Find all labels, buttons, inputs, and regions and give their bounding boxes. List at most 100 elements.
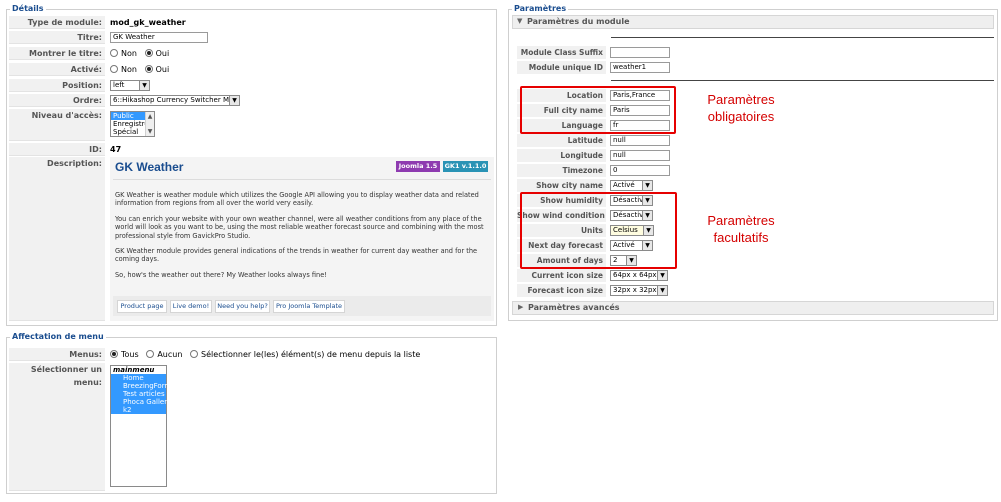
show-title-radios: Non Oui	[110, 47, 494, 60]
need-help-link[interactable]: Need you help?	[215, 300, 270, 313]
row-select-menu: Sélectionner un menu: mainmenu Home Bree…	[9, 363, 494, 491]
desc-title: GK Weather	[115, 160, 184, 174]
param-value: null	[613, 151, 626, 159]
chevron-down-icon: ▼	[657, 271, 667, 280]
details-legend: Détails	[10, 3, 46, 15]
active-no-radio[interactable]	[110, 65, 118, 73]
active-yes-radio[interactable]	[144, 65, 153, 73]
param-row: Forecast icon size 32px x 32px ▼	[517, 284, 669, 297]
desc-paragraph: You can enrich your website with your ow…	[115, 214, 484, 240]
description-label: Description:	[9, 157, 105, 321]
row-description: Description: GK Weather Joomla 1.5 GK1 v…	[9, 157, 494, 321]
row-menus: Menus: Tous Aucun Sélectionner le(les) é…	[9, 348, 494, 361]
param-label: Show city name	[517, 179, 606, 192]
product-page-link[interactable]: Product page	[117, 300, 167, 313]
param-value: 32px x 32px	[613, 286, 657, 294]
menu-assign-legend: Affectation de menu	[10, 331, 106, 343]
param-row: Module unique ID weather1	[517, 61, 670, 74]
order-value: 6::Hikashop Currency Switcher Module	[113, 96, 240, 104]
title-input[interactable]: GK Weather	[110, 32, 208, 43]
active-yes-label: Oui	[155, 65, 170, 74]
menu-list-item[interactable]: Home	[111, 374, 166, 382]
type-label: Type de module:	[9, 16, 105, 29]
advanced-section-header[interactable]: ▶ Paramètres avancés	[512, 301, 994, 315]
chevron-down-icon: ▼	[642, 181, 652, 190]
row-position: Position: left ▼	[9, 79, 494, 92]
desc-divider	[113, 179, 491, 180]
menu-list-item[interactable]: BreezingForms	[111, 382, 175, 390]
show-title-yes-label: Oui	[155, 49, 170, 58]
id-label: ID:	[9, 143, 105, 156]
access-listbox[interactable]: Public Enregistré Spécial ▲ ▼	[110, 111, 155, 137]
menus-select-radio[interactable]	[190, 350, 199, 358]
id-value: 47	[110, 145, 122, 154]
order-select[interactable]: 6::Hikashop Currency Switcher Module ▼	[110, 95, 240, 106]
param-input[interactable]: 0	[610, 165, 670, 176]
params-legend: Paramètres	[512, 3, 569, 15]
menu-list-item[interactable]: Phoca Gallery	[111, 398, 171, 406]
param-label: Longitude	[517, 149, 606, 162]
menu-assign-fieldset: Affectation de menu Menus: Tous Aucun Sé…	[6, 331, 497, 494]
row-title: Titre: GK Weather	[9, 31, 494, 44]
menus-none-label: Aucun	[157, 350, 183, 359]
param-select[interactable]: 64px x 64px ▼	[610, 270, 668, 281]
pro-template-link[interactable]: Pro Joomla Template	[273, 300, 345, 313]
param-row: Timezone 0	[517, 164, 670, 177]
chevron-down-icon: ▼	[657, 286, 667, 295]
row-active: Activé: Non Oui	[9, 63, 494, 76]
param-row: Longitude null	[517, 149, 670, 162]
param-input[interactable]	[610, 47, 670, 58]
param-row: Module Class Suffix	[517, 46, 670, 59]
show-title-no-label: Non	[121, 49, 137, 58]
params-separator-top	[611, 37, 994, 38]
param-label: Module Class Suffix	[517, 46, 606, 59]
show-title-label: Montrer le titre:	[9, 47, 105, 60]
menu-listbox[interactable]: mainmenu Home BreezingForms Test article…	[110, 365, 175, 487]
show-title-yes-radio[interactable]	[144, 49, 153, 57]
param-input[interactable]: null	[610, 135, 670, 146]
menus-all-radio[interactable]	[110, 350, 118, 358]
show-title-no-radio[interactable]	[110, 49, 118, 57]
links-bar: Product page Live demo! Need you help? P…	[113, 296, 491, 316]
param-label: Forecast icon size	[517, 284, 606, 297]
position-label: Position:	[9, 79, 105, 92]
param-select[interactable]: Activé ▼	[610, 180, 653, 191]
position-value: left	[113, 81, 125, 89]
desc-paragraph: So, how's the weather out there? My Weat…	[115, 270, 327, 279]
row-id: ID: 47	[9, 143, 494, 156]
row-access: Niveau d'accès: Public Enregistré Spécia…	[9, 109, 494, 141]
position-select[interactable]: left ▼	[110, 80, 150, 91]
menus-radios: Tous Aucun Sélectionner le(les) élément(…	[110, 348, 494, 361]
desc-paragraph: GK Weather module provides general indic…	[115, 247, 478, 264]
badge-version: GK1 v.1.1.0	[443, 161, 488, 172]
title-label: Titre:	[9, 31, 105, 44]
access-scrollbar[interactable]: ▲ ▼	[145, 112, 154, 136]
params-separator-mid	[611, 80, 994, 81]
param-value: 64px x 64px	[613, 271, 657, 279]
param-input[interactable]: null	[610, 150, 670, 161]
optional-params-note: Paramètres facultatifs	[707, 213, 775, 245]
expand-arrow-icon: ▶	[518, 303, 524, 311]
row-order: Ordre: 6::Hikashop Currency Switcher Mod…	[9, 94, 494, 107]
required-params-note: Paramètres obligatoires	[707, 92, 775, 124]
menu-list-item[interactable]: Test articles	[111, 390, 166, 398]
optional-params-box	[520, 192, 677, 269]
param-label: Current icon size	[517, 269, 606, 282]
param-select[interactable]: 32px x 32px ▼	[610, 285, 668, 296]
chevron-down-icon: ▼	[139, 81, 149, 90]
select-menu-label: Sélectionner un menu:	[9, 363, 105, 491]
param-label: Module unique ID	[517, 61, 606, 74]
live-demo-link[interactable]: Live demo!	[170, 300, 212, 313]
param-input[interactable]: weather1	[610, 62, 670, 73]
param-value: 0	[613, 166, 618, 174]
param-label: Latitude	[517, 134, 606, 147]
scroll-down-icon: ▼	[147, 128, 153, 135]
collapse-arrow-icon: ▼	[517, 17, 523, 25]
menu-group-header: mainmenu	[113, 366, 155, 374]
menus-none-radio[interactable]	[146, 350, 155, 358]
details-fieldset: Détails Type de module: mod_gk_weather T…	[6, 3, 497, 326]
params-section-header[interactable]: ▼ Paramètres du module	[512, 15, 994, 29]
menus-label: Menus:	[9, 348, 105, 361]
active-no-label: Non	[121, 65, 137, 74]
menu-list-item[interactable]: k2	[111, 406, 166, 414]
